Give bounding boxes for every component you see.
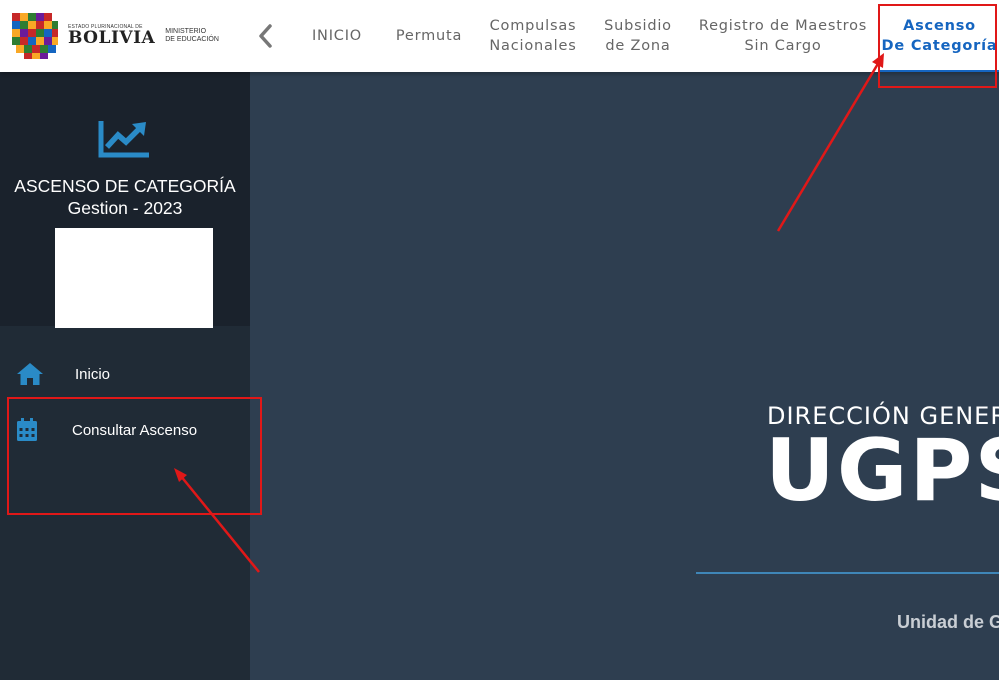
coat-of-arms-icon	[8, 9, 62, 63]
redacted-image	[55, 228, 213, 328]
sidebar-item-inicio[interactable]: Inicio	[0, 354, 250, 394]
sidebar-title: ASCENSO DE CATEGORÍA Gestion - 2023	[0, 175, 250, 219]
main-unit-label: Unidad de Gestión	[897, 612, 999, 632]
bolivia-logo[interactable]: ESTADO PLURINACIONAL DE BOLIVIA MINISTER…	[8, 8, 219, 64]
nav-tab-registro-maestros[interactable]: Registro de Maestros Sin Cargo	[696, 0, 870, 72]
nav-tab-label: Permuta	[395, 27, 463, 44]
nav-tab-label: INICIO	[311, 27, 362, 44]
nav-tab-inicio[interactable]: INICIO	[300, 0, 374, 72]
annotation-box-menu	[7, 397, 262, 515]
top-navbar: ESTADO PLURINACIONAL DE BOLIVIA MINISTER…	[0, 0, 999, 72]
sidebar-item-label: Inicio	[75, 365, 111, 383]
logo-ministry: MINISTERIO DE EDUCACIÓN	[165, 28, 219, 44]
annotation-box-nav	[878, 4, 997, 88]
nav-tab-label-line2: de Zona	[605, 38, 671, 54]
nav-tab-compulsas[interactable]: Compulsas Nacionales	[483, 0, 583, 72]
sidebar-subtitle: Gestion - 2023	[67, 198, 183, 218]
chevron-left-icon	[259, 24, 272, 48]
sidebar-title-text: ASCENSO DE CATEGORÍA	[14, 176, 236, 196]
nav-tab-permuta[interactable]: Permuta	[389, 0, 469, 72]
trending-up-icon	[98, 121, 149, 158]
nav-tab-subsidio[interactable]: Subsidio de Zona	[597, 0, 679, 72]
ministry-line-2: DE EDUCACIÓN	[165, 36, 219, 43]
ministry-line-1: MINISTERIO	[165, 27, 207, 35]
nav-tab-label-line2: Sin Cargo	[744, 38, 822, 54]
nav-tab-label-line2: Nacionales	[489, 38, 577, 54]
nav-tab-label-line1: Subsidio	[604, 17, 672, 34]
nav-back-button[interactable]	[255, 22, 277, 50]
nav-tab-label-line1: Registro de Maestros	[698, 17, 868, 34]
main-brand-title: UGPSEP	[765, 421, 999, 521]
main-divider	[696, 572, 999, 574]
logo-text: ESTADO PLURINACIONAL DE BOLIVIA	[68, 25, 155, 47]
nav-tab-label-line1: Compulsas	[489, 17, 577, 34]
logo-country-text: BOLIVIA	[68, 28, 156, 48]
home-icon	[17, 363, 43, 385]
